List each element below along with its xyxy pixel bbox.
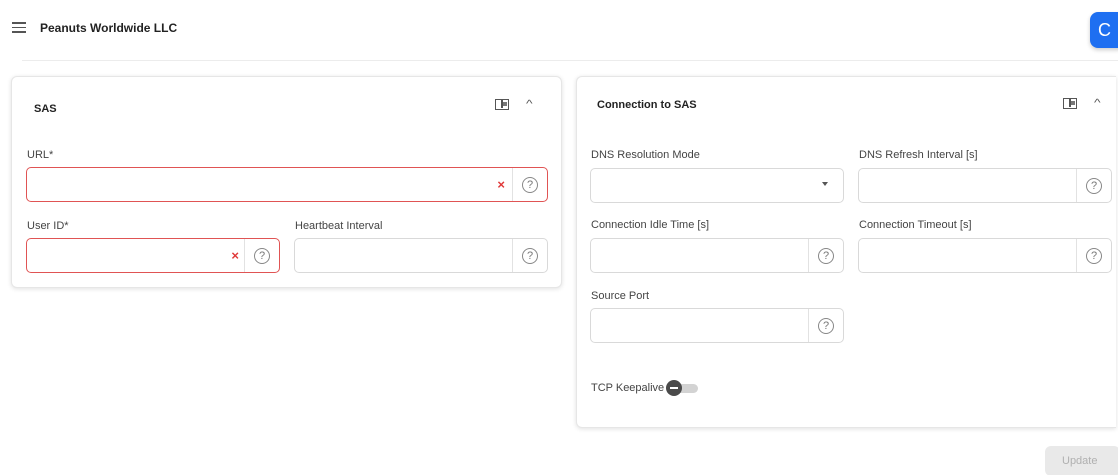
connection-timeout-input[interactable] xyxy=(867,247,1067,265)
dns-resolution-mode-label: DNS Resolution Mode xyxy=(591,149,700,161)
header-divider xyxy=(22,60,1118,61)
url-help-zone: ? xyxy=(512,168,547,201)
user-id-clear-icon[interactable]: × xyxy=(231,248,239,263)
top-bar: Peanuts Worldwide LLC C xyxy=(0,0,1118,60)
refresh-icon: C xyxy=(1098,19,1111,40)
url-field: × ? xyxy=(26,167,548,202)
page-title: Peanuts Worldwide LLC xyxy=(40,21,178,35)
url-input[interactable] xyxy=(35,176,485,194)
sas-panel-tools: ^ xyxy=(495,99,533,110)
heartbeat-help-icon[interactable]: ? xyxy=(522,247,538,264)
url-clear-icon[interactable]: × xyxy=(497,177,505,192)
source-port-field: ? xyxy=(590,308,844,343)
heartbeat-interval-label: Heartbeat Interval xyxy=(295,220,383,232)
user-id-help-zone: ? xyxy=(244,239,279,272)
tcp-keepalive-label: TCP Keepalive xyxy=(591,382,665,394)
collapse-chevron-up-icon[interactable]: ^ xyxy=(526,99,533,110)
tcp-keepalive-row: TCP Keepalive xyxy=(591,380,700,396)
dns-refresh-interval-field: ? xyxy=(858,168,1112,203)
connection-panel-title: Connection to SAS xyxy=(597,99,697,111)
heartbeat-interval-input[interactable] xyxy=(303,247,503,265)
user-id-field: × ? xyxy=(26,238,280,273)
tcp-keepalive-toggle[interactable] xyxy=(666,380,700,396)
idle-time-help-icon[interactable]: ? xyxy=(818,247,834,264)
timeout-help-icon[interactable]: ? xyxy=(1086,247,1102,264)
connection-panel: Connection to SAS ^ DNS Resolution Mode … xyxy=(576,76,1116,428)
dns-resolution-mode-select[interactable] xyxy=(590,168,844,203)
user-id-label: User ID* xyxy=(27,220,69,232)
dns-refresh-interval-label: DNS Refresh Interval [s] xyxy=(859,149,978,161)
dns-refresh-help-icon[interactable]: ? xyxy=(1086,177,1102,194)
source-port-input[interactable] xyxy=(599,317,799,335)
collapse-chevron-up-icon[interactable]: ^ xyxy=(1094,98,1101,109)
user-id-input[interactable] xyxy=(35,247,215,265)
update-button[interactable]: Update xyxy=(1045,446,1118,475)
connection-idle-time-field: ? xyxy=(590,238,844,273)
sas-panel-title: SAS xyxy=(34,103,57,115)
panel-layout-icon[interactable] xyxy=(495,99,509,110)
source-port-help-icon[interactable]: ? xyxy=(818,317,834,334)
refresh-button[interactable]: C xyxy=(1090,12,1118,48)
dns-refresh-help-zone: ? xyxy=(1076,169,1111,202)
timeout-help-zone: ? xyxy=(1076,239,1111,272)
url-help-icon[interactable]: ? xyxy=(522,176,538,193)
hamburger-menu-icon[interactable] xyxy=(12,20,30,34)
source-port-help-zone: ? xyxy=(808,309,843,342)
dns-refresh-interval-input[interactable] xyxy=(867,177,1067,195)
connection-timeout-field: ? xyxy=(858,238,1112,273)
idle-time-help-zone: ? xyxy=(808,239,843,272)
panel-layout-icon[interactable] xyxy=(1063,98,1077,109)
user-id-help-icon[interactable]: ? xyxy=(254,247,270,264)
heartbeat-help-zone: ? xyxy=(512,239,547,272)
connection-idle-time-label: Connection Idle Time [s] xyxy=(591,219,710,231)
toggle-knob-icon xyxy=(666,380,683,396)
dropdown-caret-icon xyxy=(822,182,828,186)
source-port-label: Source Port xyxy=(591,290,650,302)
connection-panel-tools: ^ xyxy=(1063,98,1101,109)
sas-panel: SAS ^ URL* × ? User ID* × ? Heartbeat In… xyxy=(11,76,562,288)
connection-idle-time-input[interactable] xyxy=(599,247,799,265)
url-label: URL* xyxy=(27,149,54,161)
connection-timeout-label: Connection Timeout [s] xyxy=(859,219,972,231)
heartbeat-interval-field: ? xyxy=(294,238,548,273)
